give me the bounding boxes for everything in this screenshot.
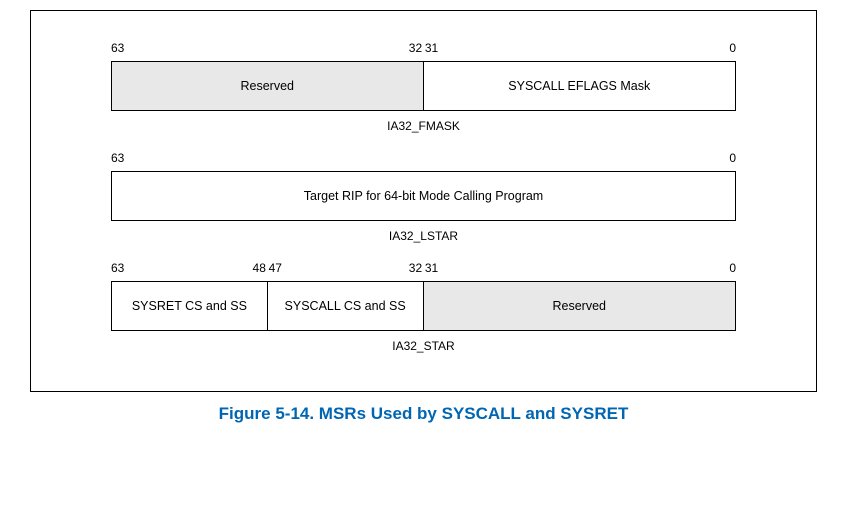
bit-label-0: 0 <box>729 261 736 275</box>
register-row-star: SYSRET CS and SS SYSCALL CS and SS Reser… <box>111 281 736 331</box>
bit-label-63: 63 <box>111 151 124 165</box>
bit-labels-fmask: 63 32 31 0 <box>111 41 736 59</box>
bit-label-0: 0 <box>729 151 736 165</box>
bit-labels-lstar: 63 0 <box>111 151 736 169</box>
register-lstar: 63 0 Target RIP for 64-bit Mode Calling … <box>111 151 736 243</box>
bit-label-0: 0 <box>729 41 736 55</box>
bit-label-31: 31 <box>425 41 438 55</box>
bit-label-63: 63 <box>111 261 124 275</box>
register-row-lstar: Target RIP for 64-bit Mode Calling Progr… <box>111 171 736 221</box>
bit-label-48: 48 <box>253 261 266 275</box>
register-fmask: 63 32 31 0 Reserved SYSCALL EFLAGS Mask … <box>111 41 736 133</box>
register-name-star: IA32_STAR <box>111 339 736 353</box>
register-name-fmask: IA32_FMASK <box>111 119 736 133</box>
register-name-lstar: IA32_LSTAR <box>111 229 736 243</box>
figure-caption: Figure 5-14. MSRs Used by SYSCALL and SY… <box>0 404 847 424</box>
bit-label-32: 32 <box>409 261 422 275</box>
field-sysret-cs-ss: SYSRET CS and SS <box>112 282 268 330</box>
bit-label-47: 47 <box>269 261 282 275</box>
field-target-rip: Target RIP for 64-bit Mode Calling Progr… <box>112 172 735 220</box>
bit-label-63: 63 <box>111 41 124 55</box>
field-eflags-mask: SYSCALL EFLAGS Mask <box>424 62 736 110</box>
bit-labels-star: 63 48 47 32 31 0 <box>111 261 736 279</box>
field-reserved: Reserved <box>112 62 424 110</box>
bit-label-32: 32 <box>409 41 422 55</box>
register-star: 63 48 47 32 31 0 SYSRET CS and SS SYSCAL… <box>111 261 736 353</box>
diagram-frame: 63 32 31 0 Reserved SYSCALL EFLAGS Mask … <box>30 10 817 392</box>
bit-label-31: 31 <box>425 261 438 275</box>
register-row-fmask: Reserved SYSCALL EFLAGS Mask <box>111 61 736 111</box>
field-syscall-cs-ss: SYSCALL CS and SS <box>268 282 424 330</box>
field-reserved: Reserved <box>424 282 736 330</box>
